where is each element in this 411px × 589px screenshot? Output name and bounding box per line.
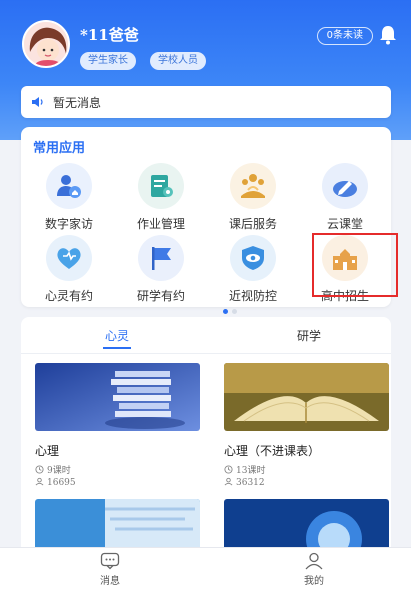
- bottom-nav: 消息 我的: [0, 547, 411, 589]
- divider: [21, 353, 391, 354]
- app-label: 研学有约: [136, 289, 185, 303]
- pager-dot[interactable]: [232, 309, 237, 314]
- app-heart[interactable]: 心灵有约: [26, 235, 112, 309]
- username: *11爸爸: [80, 26, 139, 44]
- homework-icon: [138, 163, 184, 209]
- nav-label: 消息: [100, 576, 120, 587]
- highlight-box: [312, 233, 398, 297]
- user-icon: [305, 552, 323, 570]
- app-study-trip[interactable]: 研学有约: [118, 235, 204, 309]
- courses-card: 心灵 研学 心理 9课时 16695 心理（不进课表） 13课时 36312: [21, 317, 391, 557]
- course-views: 36312: [224, 477, 265, 488]
- app-homework[interactable]: 作业管理: [118, 163, 204, 237]
- app-label: 云课堂: [326, 217, 363, 231]
- notice-bar[interactable]: 暂无消息: [21, 86, 391, 118]
- lessons-count: 13课时: [236, 466, 266, 476]
- header-background: [0, 0, 411, 140]
- role-tag-parent[interactable]: 学生家长: [80, 52, 136, 70]
- flag-icon: [138, 235, 184, 281]
- message-icon: [100, 552, 120, 570]
- heart-icon: [46, 235, 92, 281]
- avatar[interactable]: [22, 20, 70, 68]
- app-label: 心灵有约: [44, 289, 93, 303]
- cloud-class-icon: [322, 163, 368, 209]
- speaker-icon: [32, 97, 43, 107]
- views-count: 36312: [236, 478, 265, 488]
- course-title[interactable]: 心理（不进课表）: [224, 442, 320, 459]
- course-image: [35, 363, 200, 431]
- active-tab-indicator: [103, 347, 131, 349]
- app-after-school[interactable]: 课后服务: [210, 163, 296, 237]
- course-lessons: 13课时: [224, 463, 265, 476]
- course-title[interactable]: 心理: [35, 442, 59, 459]
- course-lessons: 9课时: [35, 463, 71, 476]
- nav-item-messages[interactable]: 消息: [80, 552, 140, 587]
- bell-icon[interactable]: [379, 25, 397, 45]
- eye-shield-icon: [230, 235, 276, 281]
- course-thumbnail[interactable]: [224, 363, 389, 431]
- views-count: 16695: [47, 478, 76, 488]
- unread-badge[interactable]: 0条未读: [316, 27, 373, 45]
- apps-title: 常用应用: [33, 141, 86, 156]
- course-image: [224, 363, 389, 431]
- notice-text: 暂无消息: [53, 96, 102, 110]
- app-label: 课后服务: [228, 217, 277, 231]
- tab-heart[interactable]: 心灵: [105, 327, 129, 344]
- pager-dots: [221, 299, 239, 318]
- course-views: 16695: [35, 477, 76, 488]
- after-school-icon: [230, 163, 276, 209]
- clock-icon: [224, 465, 233, 474]
- course-thumbnail[interactable]: [35, 363, 200, 431]
- app-cloud-class[interactable]: 云课堂: [302, 163, 388, 237]
- app-label: 数字家访: [44, 217, 93, 231]
- home-visit-icon: [46, 163, 92, 209]
- tab-study[interactable]: 研学: [297, 327, 321, 344]
- apps-card: 常用应用 数字家访 作业管理 课后服务 云课堂 心灵有约 研学有约 近视防控 高…: [21, 127, 398, 314]
- role-tag-staff[interactable]: 学校人员: [150, 52, 206, 70]
- app-label: 作业管理: [136, 217, 185, 231]
- app-myopia[interactable]: 近视防控: [210, 235, 296, 309]
- clock-icon: [35, 465, 44, 474]
- views-icon: [224, 477, 233, 486]
- lessons-count: 9课时: [47, 466, 71, 476]
- nav-item-mine[interactable]: 我的: [284, 552, 344, 587]
- views-icon: [35, 477, 44, 486]
- app-home-visit[interactable]: 数字家访: [26, 163, 112, 237]
- nav-label: 我的: [304, 576, 324, 587]
- pager-dot-active[interactable]: [223, 309, 228, 314]
